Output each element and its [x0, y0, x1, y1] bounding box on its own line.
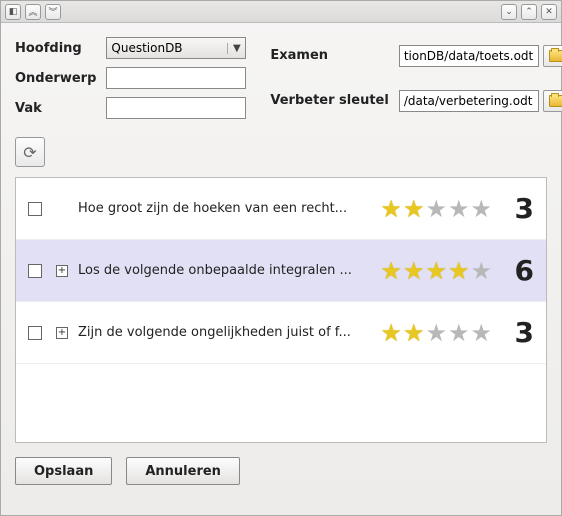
refresh-button[interactable]: ⟳ [15, 137, 45, 167]
rating-stars[interactable]: ★★★★★ [380, 321, 492, 345]
vak-label: Vak [15, 101, 96, 116]
question-list: Hoe groot zijn de hoeken van een recht..… [15, 177, 547, 443]
star-icon: ★ [425, 259, 447, 283]
examen-browse-button[interactable] [543, 45, 562, 67]
verbeter-label: Verbeter sleutel [270, 93, 388, 108]
star-icon: ★ [403, 321, 425, 345]
star-icon: ★ [470, 259, 492, 283]
onderwerp-input[interactable] [106, 67, 246, 89]
rating-stars[interactable]: ★★★★★ [380, 259, 492, 283]
row-count: 3 [510, 192, 534, 225]
verbeter-browse-button[interactable] [543, 90, 562, 112]
folder-icon [549, 95, 562, 107]
verbeter-input[interactable] [399, 90, 539, 112]
form: Hoofding QuestionDB ▼ Onderwerp Vak Exam… [15, 37, 547, 119]
star-icon: ★ [448, 321, 470, 345]
row-checkbox[interactable] [28, 326, 42, 340]
hoofding-label: Hoofding [15, 41, 96, 56]
chevron-down-icon: ▼ [227, 43, 241, 54]
star-icon: ★ [380, 321, 402, 345]
examen-label: Examen [270, 48, 388, 63]
question-text: Hoe groot zijn de hoeken van een recht..… [78, 201, 380, 216]
minimize-icon[interactable]: ⌄ [501, 4, 517, 20]
table-row[interactable]: + Zijn de volgende ongelijkheden juist of… [16, 302, 546, 364]
app-window: ◧ ︽ ︾ ⌄ ⌃ ✕ Hoofding QuestionDB ▼ Onderw… [0, 0, 562, 516]
footer: Opslaan Annuleren [15, 443, 547, 499]
content-area: Hoofding QuestionDB ▼ Onderwerp Vak Exam… [1, 23, 561, 515]
titlebar: ◧ ︽ ︾ ⌄ ⌃ ✕ [1, 1, 561, 23]
hoofding-value: QuestionDB [111, 41, 227, 55]
refresh-icon: ⟳ [23, 143, 36, 162]
rating-stars[interactable]: ★★★★★ [380, 197, 492, 221]
cancel-button[interactable]: Annuleren [126, 457, 240, 485]
star-icon: ★ [470, 321, 492, 345]
save-button[interactable]: Opslaan [15, 457, 112, 485]
question-text: Los de volgende onbepaalde integralen ..… [78, 263, 380, 278]
expand-icon[interactable]: + [56, 327, 68, 339]
row-count: 6 [510, 254, 534, 287]
star-icon: ★ [403, 259, 425, 283]
app-menu-icon[interactable]: ◧ [5, 4, 21, 20]
star-icon: ★ [448, 259, 470, 283]
star-icon: ★ [470, 197, 492, 221]
row-count: 3 [510, 316, 534, 349]
folder-icon [549, 50, 562, 62]
examen-input[interactable] [399, 45, 539, 67]
hoofding-dropdown[interactable]: QuestionDB ▼ [106, 37, 246, 59]
table-row[interactable]: Hoe groot zijn de hoeken van een recht..… [16, 178, 546, 240]
star-icon: ★ [425, 321, 447, 345]
row-checkbox[interactable] [28, 202, 42, 216]
star-icon: ★ [380, 259, 402, 283]
star-icon: ★ [448, 197, 470, 221]
row-checkbox[interactable] [28, 264, 42, 278]
chevrons-down-icon[interactable]: ︾ [45, 4, 61, 20]
chevrons-up-icon[interactable]: ︽ [25, 4, 41, 20]
vak-input[interactable] [106, 97, 246, 119]
onderwerp-label: Onderwerp [15, 71, 96, 86]
star-icon: ★ [425, 197, 447, 221]
star-icon: ★ [380, 197, 402, 221]
table-row[interactable]: + Los de volgende onbepaalde integralen .… [16, 240, 546, 302]
close-icon[interactable]: ✕ [541, 4, 557, 20]
maximize-icon[interactable]: ⌃ [521, 4, 537, 20]
star-icon: ★ [403, 197, 425, 221]
question-text: Zijn de volgende ongelijkheden juist of … [78, 325, 380, 340]
expand-icon[interactable]: + [56, 265, 68, 277]
